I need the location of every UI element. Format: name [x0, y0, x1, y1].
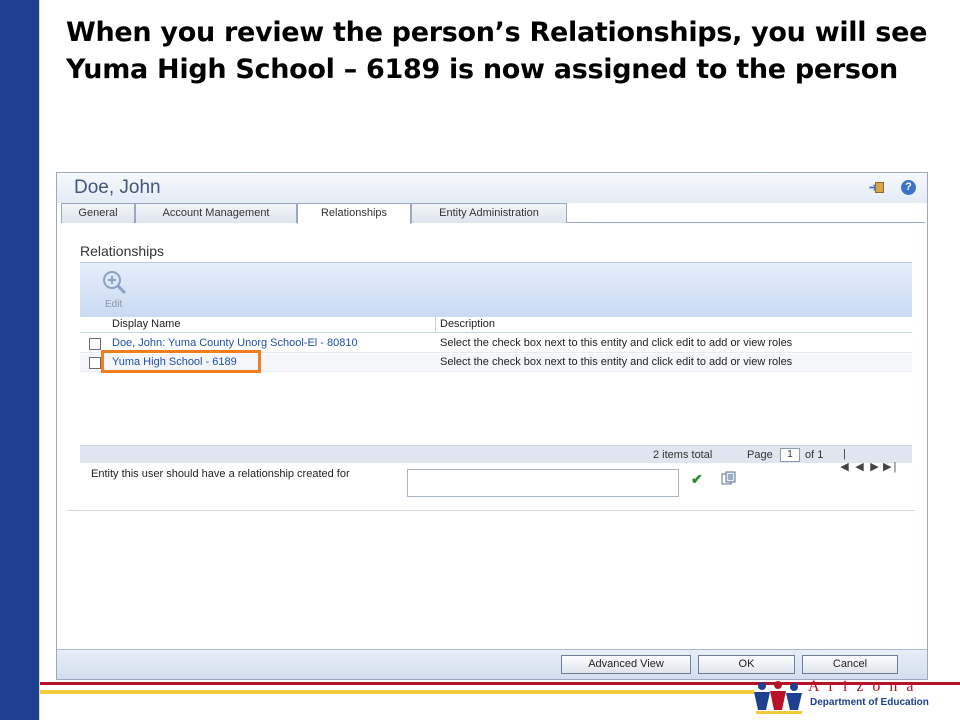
section-divider	[67, 510, 915, 511]
logo-arizona-text: Arizona	[808, 678, 923, 695]
row-checkbox[interactable]	[89, 338, 101, 350]
row-display-name-link[interactable]: Doe, John: Yuma County Unorg School-El -…	[112, 337, 358, 349]
footer-stripe-yellow	[40, 690, 754, 694]
tab-entity-administration[interactable]: Entity Administration	[411, 203, 567, 223]
window-header: Doe, John ➔ ?	[57, 173, 927, 203]
entity-field-label: Entity this user should have a relations…	[91, 468, 350, 480]
highlight-annotation-box	[101, 350, 261, 373]
row-description: Select the check box next to this entity…	[440, 337, 793, 349]
browse-entities-icon[interactable]	[721, 471, 737, 485]
tab-general[interactable]: General	[61, 203, 135, 223]
column-header-description[interactable]: Description	[440, 318, 495, 330]
items-total: 2 items total	[653, 449, 713, 461]
tab-bar: General Account Management Relationships…	[61, 203, 925, 224]
column-separator	[435, 317, 436, 333]
grid-header: Display Name Description	[80, 317, 912, 333]
entity-input[interactable]	[407, 469, 679, 497]
page-count: of 1	[805, 449, 824, 461]
next-page-icon[interactable]: ▶	[868, 460, 883, 473]
move-to-clipboard-icon[interactable]: ➔	[869, 181, 885, 195]
grid-pager: 2 items total Page 1 of 1 |◀ ◀ ▶ ▶|	[80, 445, 912, 473]
column-header-display-name[interactable]: Display Name	[112, 318, 180, 330]
last-page-icon[interactable]: ▶|	[883, 460, 898, 473]
help-icon[interactable]: ?	[901, 180, 916, 195]
grid-toolbar: Edit	[80, 262, 912, 317]
page-number-input[interactable]: 1	[780, 448, 800, 462]
window-title: Doe, John	[74, 177, 161, 198]
checkmark-validate-icon[interactable]: ✔	[691, 471, 703, 488]
row-checkbox[interactable]	[89, 357, 101, 369]
tab-relationships[interactable]: Relationships	[297, 203, 411, 224]
row-description: Select the check box next to this entity…	[440, 356, 793, 368]
page-label: Page	[747, 449, 773, 461]
ok-button[interactable]: OK	[698, 655, 795, 674]
first-page-icon[interactable]: |◀	[838, 448, 853, 473]
relationships-panel: Relationships Edit Display Name Descript…	[57, 223, 927, 513]
prev-page-icon[interactable]: ◀	[853, 460, 868, 473]
tab-account-management[interactable]: Account Management	[135, 203, 297, 223]
window-footer: Advanced View OK Cancel	[57, 649, 927, 679]
pager-navigation: |◀ ◀ ▶ ▶|	[838, 448, 898, 473]
slide-title: When you review the person’s Relationshi…	[66, 17, 928, 85]
table-row: Yuma High School - 6189 Select the check…	[80, 350, 912, 373]
user-window: Doe, John ➔ ? General Account Management…	[56, 172, 928, 680]
advanced-view-button[interactable]: Advanced View	[561, 655, 691, 674]
magnify-plus-icon[interactable]	[100, 269, 130, 295]
edit-button[interactable]: Edit	[105, 299, 122, 310]
logo-figures-icon	[754, 681, 802, 714]
section-title: Relationships	[80, 243, 165, 259]
cancel-button[interactable]: Cancel	[802, 655, 898, 674]
arizona-education-logo: Arizona Department of Education	[754, 678, 954, 718]
left-accent-bar	[0, 0, 42, 720]
logo-department-text: Department of Education	[810, 697, 929, 708]
